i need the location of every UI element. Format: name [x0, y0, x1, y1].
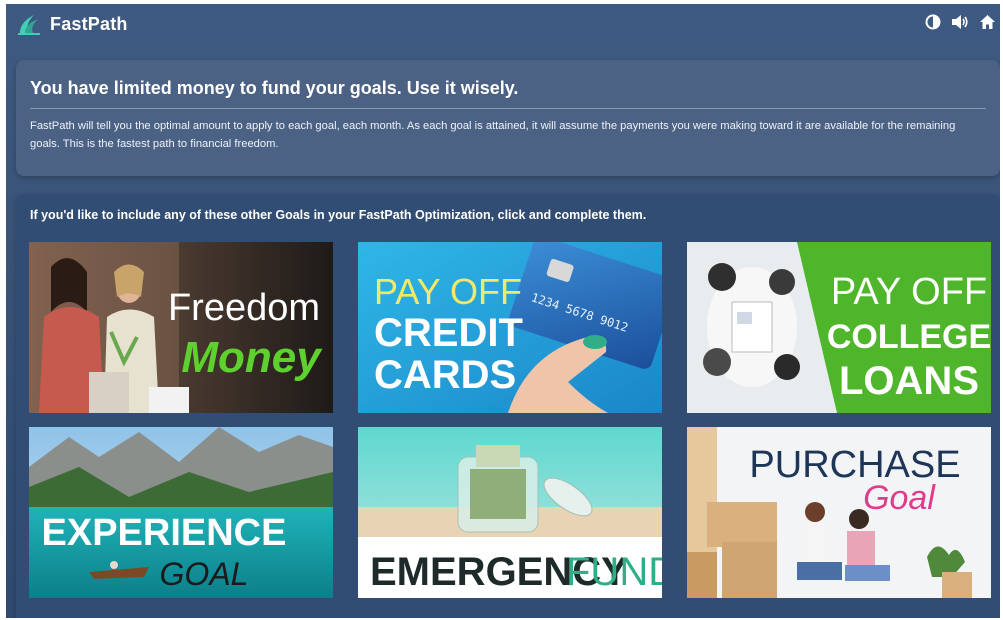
intro-panel: You have limited money to fund your goal…: [16, 60, 1000, 176]
tile-1-line-2: Money: [181, 333, 323, 382]
goal-tile-pay-off-college-loans[interactable]: PAY OFF COLLEGE LOANS: [687, 242, 991, 413]
emergency-fund-image: EMERGENCY FUND: [358, 427, 662, 598]
top-bar: FastPath: [6, 4, 1000, 44]
tile-4-line-1: EXPERIENCE: [42, 512, 287, 554]
intro-description: FastPath will tell you the optimal amoun…: [30, 120, 956, 150]
intro-divider: [30, 108, 986, 109]
tile-5-line-2: FUND: [566, 550, 662, 594]
tile-4-line-2: GOAL: [160, 556, 249, 592]
college-loans-image: PAY OFF COLLEGE LOANS: [687, 242, 991, 413]
goal-tile-experience-goal[interactable]: EXPERIENCE GOAL: [29, 427, 333, 598]
tile-2-line-2: CREDIT: [374, 311, 523, 355]
app-window: FastPath You have limited money to fund …: [6, 4, 1000, 618]
goals-panel: If you'd like to include any of these ot…: [16, 194, 1000, 618]
tile-1-line-1: Freedom: [168, 287, 320, 329]
contrast-icon[interactable]: [924, 13, 942, 31]
tile-2-line-1: PAY OFF: [374, 271, 522, 312]
tile-3-line-3: LOANS: [839, 359, 979, 403]
fastpath-logo-icon: [18, 15, 40, 35]
tile-3-line-2: COLLEGE: [827, 318, 991, 356]
goal-tile-freedom-money[interactable]: Freedom Money: [29, 242, 333, 413]
goal-tile-emergency-fund[interactable]: EMERGENCY FUND: [358, 427, 662, 598]
freedom-money-image: Freedom Money: [29, 242, 333, 413]
tile-3-line-1: PAY OFF: [831, 271, 987, 313]
intro-headline: You have limited money to fund your goal…: [30, 78, 519, 98]
goal-tile-pay-off-credit-cards[interactable]: 1234 5678 9012 PAY OFF CREDIT CARDS: [358, 242, 662, 413]
goal-tile-purchase-goal[interactable]: PURCHASE Goal: [687, 427, 991, 598]
purchase-goal-image: PURCHASE Goal: [687, 427, 991, 598]
credit-cards-image: 1234 5678 9012 PAY OFF CREDIT CARDS: [358, 242, 662, 413]
top-icons: [924, 13, 996, 31]
tile-2-line-3: CARDS: [374, 353, 516, 397]
home-icon[interactable]: [978, 13, 996, 31]
tile-6-line-2: Goal: [863, 479, 936, 517]
experience-goal-image: EXPERIENCE GOAL: [29, 427, 333, 598]
volume-icon[interactable]: [951, 13, 969, 31]
goals-prompt: If you'd like to include any of these ot…: [30, 208, 647, 222]
app-title: FastPath: [50, 13, 128, 34]
